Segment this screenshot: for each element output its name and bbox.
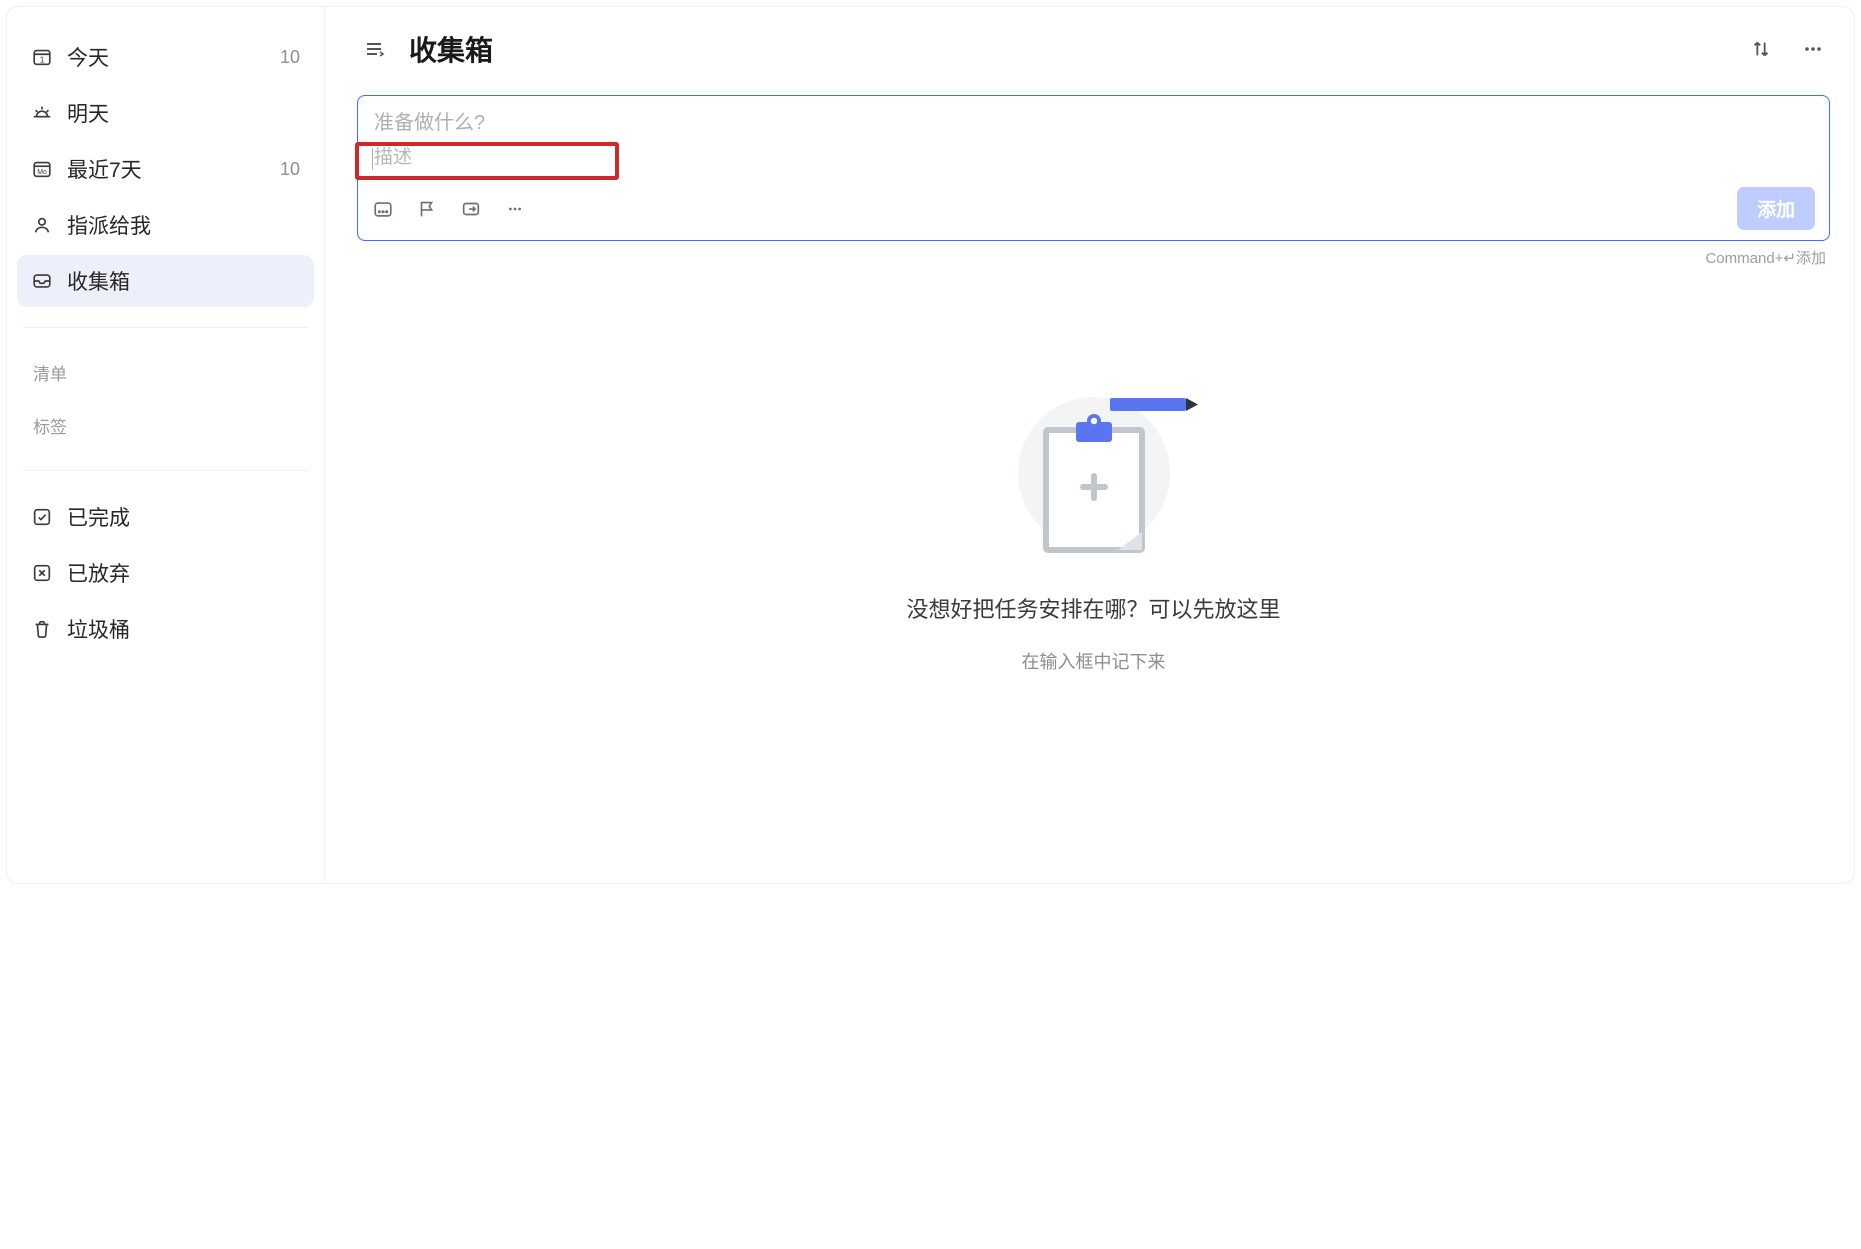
inbox-icon (31, 270, 53, 292)
toggle-sidebar-button[interactable] (357, 32, 391, 66)
sidebar-item-label: 已放弃 (67, 558, 130, 588)
sidebar-item-label: 指派给我 (67, 210, 151, 240)
main-panel: 收集箱 (325, 7, 1854, 883)
keyboard-hint: Command+↵添加 (357, 247, 1830, 268)
sidebar-section-tags[interactable]: 标签 (17, 401, 314, 450)
sidebar-item-count: 10 (280, 47, 300, 68)
sidebar-item-label: 已完成 (67, 502, 130, 532)
sidebar-item-label: 收集箱 (67, 266, 130, 296)
move-to-list-button[interactable] (460, 198, 482, 220)
svg-text:Mo: Mo (37, 169, 47, 176)
priority-flag-button[interactable] (416, 198, 438, 220)
sidebar-item-wontdo[interactable]: 已放弃 (17, 547, 314, 599)
empty-clipboard-icon (984, 378, 1204, 568)
sidebar-item-label: 垃圾桶 (67, 614, 130, 644)
sort-button[interactable] (1744, 32, 1778, 66)
main-header: 收集箱 (357, 25, 1830, 73)
sidebar-item-today[interactable]: 1 今天 10 (17, 31, 314, 83)
sidebar-item-count: 10 (280, 159, 300, 180)
sidebar-item-trash[interactable]: 垃圾桶 (17, 603, 314, 655)
calendar-today-icon: 1 (31, 46, 53, 68)
sidebar-separator (23, 327, 308, 328)
x-square-icon (31, 562, 53, 584)
task-title-input[interactable] (372, 108, 1815, 139)
sidebar: 1 今天 10 明天 Mo 最近7天 10 (7, 7, 325, 883)
sidebar-item-assigned[interactable]: 指派给我 (17, 199, 314, 251)
svg-text:1: 1 (40, 56, 45, 65)
sidebar-item-label: 明天 (67, 98, 109, 128)
more-options-button[interactable] (504, 198, 526, 220)
more-menu-button[interactable] (1796, 32, 1830, 66)
trash-icon (31, 618, 53, 640)
task-description-input[interactable] (372, 145, 628, 171)
sidebar-section-lists[interactable]: 清单 (17, 348, 314, 397)
page-title: 收集箱 (409, 29, 493, 69)
empty-state: 没想好把任务安排在哪？可以先放这里 在输入框中记下来 (357, 378, 1830, 883)
sidebar-separator (23, 470, 308, 471)
sidebar-item-completed[interactable]: 已完成 (17, 491, 314, 543)
sidebar-item-label: 今天 (67, 42, 109, 72)
text-caret (372, 148, 373, 170)
sunrise-icon (31, 102, 53, 124)
add-task-button[interactable]: 添加 (1737, 187, 1815, 230)
sidebar-item-tomorrow[interactable]: 明天 (17, 87, 314, 139)
empty-subtitle: 在输入框中记下来 (1022, 648, 1166, 674)
empty-title: 没想好把任务安排在哪？可以先放这里 (906, 592, 1280, 624)
date-picker-button[interactable] (372, 198, 394, 220)
user-icon (31, 214, 53, 236)
sidebar-item-label: 最近7天 (67, 154, 142, 184)
add-task-toolbar: 添加 (372, 187, 1815, 230)
sidebar-item-inbox[interactable]: 收集箱 (17, 255, 314, 307)
task-desc-wrap (372, 145, 628, 171)
app-frame: 1 今天 10 明天 Mo 最近7天 10 (6, 6, 1855, 884)
check-square-icon (31, 506, 53, 528)
add-task-card: 添加 (357, 95, 1830, 241)
sidebar-item-next7days[interactable]: Mo 最近7天 10 (17, 143, 314, 195)
calendar-month-icon: Mo (31, 158, 53, 180)
